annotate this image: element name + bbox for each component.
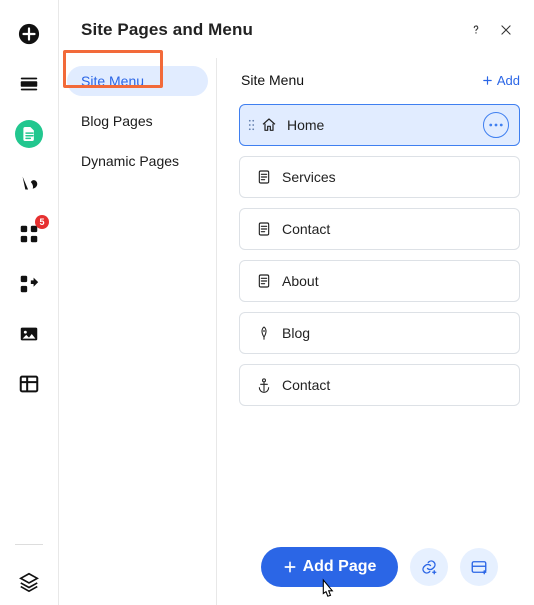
add-page-button[interactable]: Add Page (261, 547, 399, 587)
sections-icon[interactable] (15, 70, 43, 98)
media-icon[interactable] (15, 320, 43, 348)
subnav-label: Blog Pages (81, 113, 153, 129)
rail-divider (15, 544, 43, 545)
page-label: Home (287, 117, 473, 133)
help-icon[interactable] (464, 18, 488, 42)
page-label: Blog (282, 325, 509, 341)
content: Site Menu Add Home (217, 58, 534, 605)
pen-icon (256, 325, 272, 341)
add-icon[interactable] (15, 20, 43, 48)
subnav-label: Dynamic Pages (81, 153, 179, 169)
subnav-label: Site Menu (81, 73, 144, 89)
plus-icon (482, 75, 493, 86)
page-item-contact[interactable]: Contact (239, 208, 520, 250)
anchor-icon (256, 377, 272, 393)
add-link-button[interactable] (410, 548, 448, 586)
row-actions-icon[interactable] (483, 112, 509, 138)
content-title: Site Menu (241, 72, 482, 88)
drag-handle-icon[interactable] (248, 119, 255, 131)
apps-badge: 5 (35, 215, 49, 229)
left-rail: 5 (0, 0, 58, 605)
subnav: Site Menu Blog Pages Dynamic Pages (59, 58, 217, 605)
panel-title: Site Pages and Menu (81, 20, 458, 40)
subnav-item-site-menu[interactable]: Site Menu (67, 66, 208, 96)
page-item-about[interactable]: About (239, 260, 520, 302)
plus-icon (283, 560, 297, 574)
section-icon (470, 558, 488, 576)
plugins-icon[interactable] (15, 270, 43, 298)
page-icon (256, 169, 272, 185)
page-item-services[interactable]: Services (239, 156, 520, 198)
page-item-blog[interactable]: Blog (239, 312, 520, 354)
page-label: About (282, 273, 509, 289)
design-icon[interactable] (15, 170, 43, 198)
link-icon (420, 558, 438, 576)
panel: Site Pages and Menu Site Menu Blog Pages… (58, 0, 534, 605)
page-item-home[interactable]: Home (239, 104, 520, 146)
page-label: Contact (282, 221, 509, 237)
close-icon[interactable] (494, 18, 518, 42)
cms-icon[interactable] (15, 370, 43, 398)
apps-icon[interactable]: 5 (15, 220, 43, 248)
add-link-label: Add (497, 73, 520, 88)
footer: Add Page (239, 529, 520, 605)
subnav-item-dynamic-pages[interactable]: Dynamic Pages (67, 146, 208, 176)
add-section-button[interactable] (460, 548, 498, 586)
page-icon (256, 273, 272, 289)
page-list: Home Services (239, 104, 520, 406)
home-icon (261, 117, 277, 133)
page-icon (256, 221, 272, 237)
panel-header: Site Pages and Menu (59, 0, 534, 58)
page-label: Services (282, 169, 509, 185)
page-label: Contact (282, 377, 509, 393)
add-link[interactable]: Add (482, 73, 520, 88)
pages-icon[interactable] (15, 120, 43, 148)
add-page-label: Add Page (303, 558, 377, 576)
layers-icon[interactable] (15, 577, 43, 605)
subnav-item-blog-pages[interactable]: Blog Pages (67, 106, 208, 136)
page-item-anchor-contact[interactable]: Contact (239, 364, 520, 406)
